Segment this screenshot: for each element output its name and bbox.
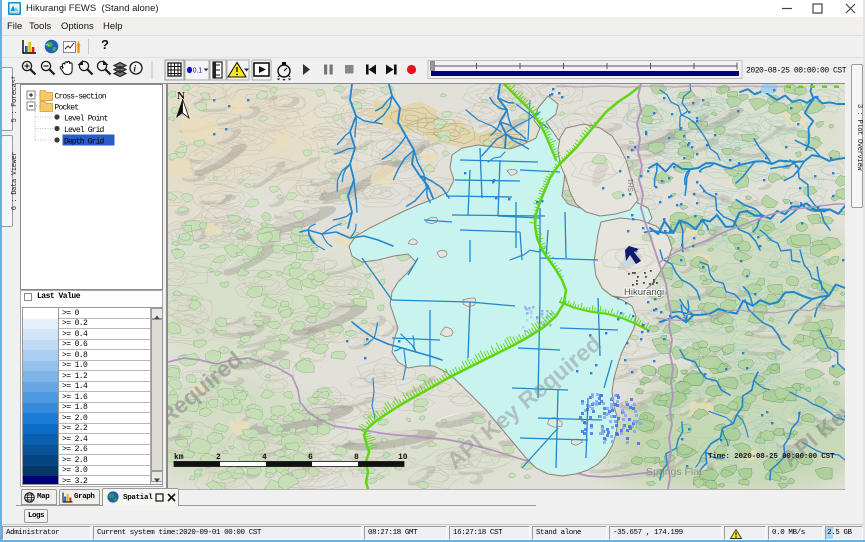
svg-text:10: 10	[398, 453, 408, 462]
svg-text:Pocket: Pocket	[55, 104, 79, 113]
svg-text:8: 8	[354, 453, 359, 462]
svg-text:Springs Flat: Springs Flat	[646, 466, 702, 478]
svg-text:Cross-section: Cross-section	[55, 93, 107, 102]
svg-text:km: km	[174, 453, 184, 462]
svg-text:Level Point: Level Point	[64, 115, 108, 124]
svg-text:Time: 2020-08-25 00:00:00 CST: Time: 2020-08-25 00:00:00 CST	[708, 453, 835, 461]
svg-text:Level Grid: Level Grid	[64, 126, 105, 135]
svg-text:2: 2	[216, 453, 221, 462]
svg-text:4: 4	[262, 453, 267, 462]
svg-text:N: N	[177, 90, 185, 102]
svg-text:Hikurangi: Hikurangi	[624, 287, 664, 298]
svg-text:Depth Grid: Depth Grid	[64, 138, 105, 147]
svg-text:SH1: SH1	[628, 178, 635, 192]
svg-text:2020-08-25 00:00:00 CST: 2020-08-25 00:00:00 CST	[746, 67, 846, 76]
svg-text:6: 6	[308, 453, 313, 462]
svg-text:0.1: 0.1	[193, 68, 203, 75]
svg-text:i: i	[134, 64, 137, 74]
